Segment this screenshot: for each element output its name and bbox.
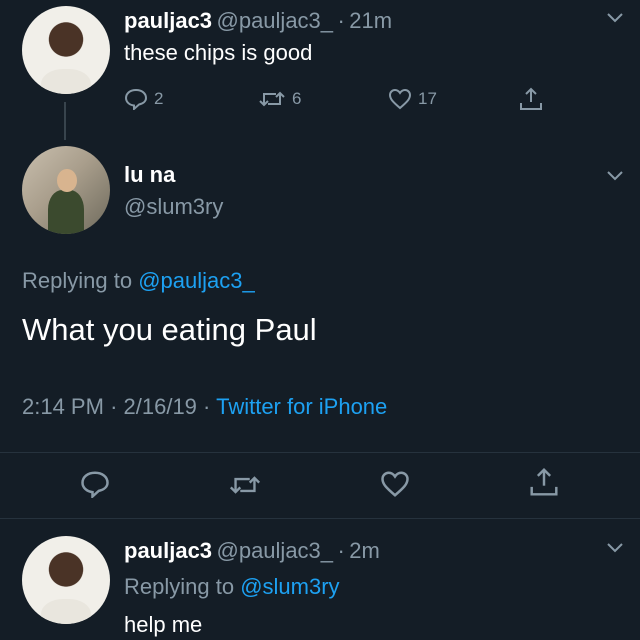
tweet-meta: 2:14 PM · 2/16/19 · Twitter for iPhone [22, 394, 387, 420]
separator: · [337, 8, 345, 33]
tweet-text: these chips is good [124, 40, 313, 65]
tweet-date: 2/16/19 [123, 394, 197, 419]
heart-icon [388, 88, 412, 110]
like-button[interactable]: 17 [388, 88, 437, 110]
separator: · [337, 538, 345, 563]
user-handle[interactable]: @pauljac3_ [217, 8, 334, 33]
like-count: 17 [418, 89, 437, 108]
timestamp[interactable]: 2m [349, 538, 380, 563]
avatar[interactable] [22, 536, 110, 624]
retweet-button[interactable] [228, 472, 262, 498]
reply-icon [80, 470, 110, 498]
replying-to-label: Replying to [124, 574, 235, 599]
retweet-button[interactable]: 6 [258, 88, 301, 110]
user-handle[interactable]: @pauljac3_ [217, 538, 334, 563]
avatar[interactable] [22, 146, 110, 234]
retweet-count: 6 [292, 89, 302, 108]
tweet-header: pauljac3 @pauljac3_ · 2m [124, 538, 380, 564]
tweet-time: 2:14 PM [22, 394, 104, 419]
replying-to-label: Replying to [22, 268, 133, 293]
chevron-down-icon[interactable] [606, 170, 624, 182]
retweet-icon [258, 88, 286, 110]
reply-count: 2 [154, 89, 164, 108]
separator: · [203, 394, 211, 419]
tweet-text: help me [124, 612, 203, 637]
reply-button[interactable] [80, 470, 110, 498]
retweet-icon [228, 472, 262, 498]
divider [0, 452, 640, 453]
divider [0, 518, 640, 519]
replying-to-link[interactable]: @pauljac3_ [138, 268, 255, 293]
share-button[interactable] [518, 86, 544, 112]
reply-icon [124, 88, 148, 110]
display-name[interactable]: lu na [124, 162, 175, 188]
tweet-header: pauljac3 @pauljac3_ · 21m [124, 8, 392, 34]
like-button[interactable] [380, 470, 410, 498]
tweet-text: What you eating Paul [22, 312, 317, 347]
reply-button[interactable]: 2 [124, 88, 163, 110]
replying-to: Replying to @slum3ry [124, 574, 340, 600]
heart-icon [380, 470, 410, 498]
share-icon [528, 466, 560, 498]
display-name[interactable]: pauljac3 [124, 8, 212, 33]
share-button[interactable] [528, 466, 560, 498]
user-handle[interactable]: @slum3ry [124, 194, 223, 220]
chevron-down-icon[interactable] [606, 12, 624, 24]
share-icon [518, 86, 544, 112]
thread-line [64, 102, 66, 140]
timestamp[interactable]: 21m [349, 8, 392, 33]
separator: · [110, 394, 118, 419]
display-name[interactable]: pauljac3 [124, 538, 212, 563]
avatar[interactable] [22, 6, 110, 94]
replying-to: Replying to @pauljac3_ [22, 268, 255, 294]
tweet-source[interactable]: Twitter for iPhone [216, 394, 387, 419]
chevron-down-icon[interactable] [606, 542, 624, 554]
replying-to-link[interactable]: @slum3ry [240, 574, 339, 599]
